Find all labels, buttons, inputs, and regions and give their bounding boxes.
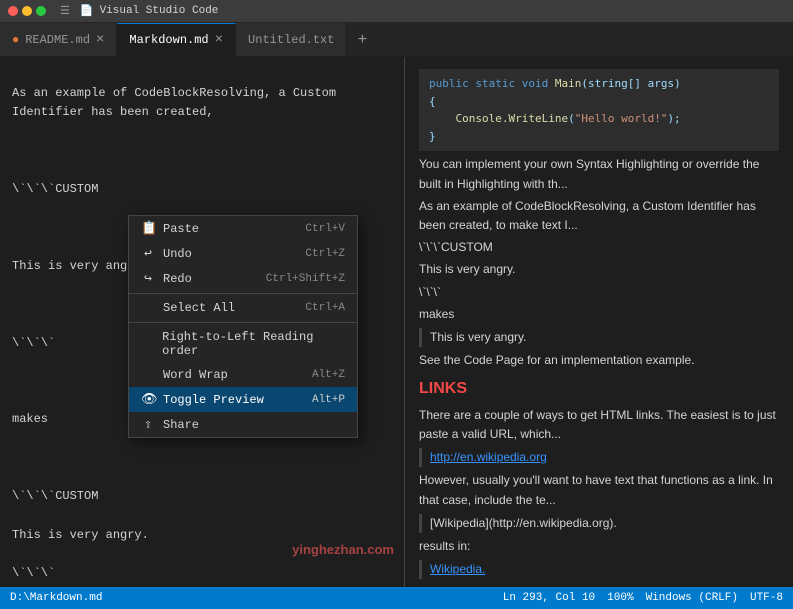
share-label: Share (163, 418, 199, 432)
tab-untitled-label: Untitled.txt (248, 33, 334, 47)
preview-para-7: See the Code Page for an implementation … (419, 351, 779, 370)
context-menu: 📋 Paste Ctrl+V ↩ Undo Ctrl+Z ↪ Redo Ctrl… (128, 215, 358, 438)
watermark: yinghezhan.com (292, 542, 394, 557)
preview-para-5: \`\`\` (419, 283, 779, 302)
toggle-preview-shortcut: Alt+P (312, 394, 345, 406)
tab-bar: ● README.md × Markdown.md × Untitled.txt… (0, 22, 793, 57)
preview-blockquote-1-text: [Wikipedia](http://en.wikipedia.org). (430, 516, 617, 530)
app-title: ☰ (60, 4, 70, 18)
undo-icon: ↩ (141, 246, 155, 261)
tab-markdown[interactable]: Markdown.md × (117, 23, 236, 56)
redo-shortcut: Ctrl+Shift+Z (266, 273, 345, 285)
main-area: As an example of CodeBlockResolving, a C… (0, 57, 793, 587)
preview-blockquote-1: [Wikipedia](http://en.wikipedia.org). (419, 514, 779, 533)
preview-links-url: http://en.wikipedia.org (419, 448, 779, 467)
preview-para-3: \`\`\`CUSTOM (419, 238, 779, 257)
tab-untitled[interactable]: Untitled.txt (236, 23, 347, 56)
menu-item-redo[interactable]: ↪ Redo Ctrl+Shift+Z (129, 266, 357, 291)
tab-readme-icon: ● (12, 33, 19, 47)
close-button[interactable] (8, 6, 18, 16)
status-position: Ln 293, Col 10 (503, 592, 595, 604)
tab-readme-label: README.md (25, 33, 90, 47)
toggle-preview-label: Toggle Preview (163, 393, 264, 407)
share-icon: ⇧ (141, 417, 155, 432)
preview-links-text1: There are a couple of ways to get HTML l… (419, 406, 779, 444)
code-block: public static void Main(string[] args) {… (419, 69, 779, 151)
status-right: Ln 293, Col 10 100% Windows (CRLF) UTF-8 (503, 592, 783, 604)
status-branch: D:\Markdown.md (10, 592, 102, 604)
preview-url-link[interactable]: http://en.wikipedia.org (430, 450, 547, 464)
preview-para-2: As an example of CodeBlockResolving, a C… (419, 197, 779, 235)
tab-readme[interactable]: ● README.md × (0, 23, 117, 56)
status-line-ending: Windows (CRLF) (646, 592, 738, 604)
menu-item-undo[interactable]: ↩ Undo Ctrl+Z (129, 241, 357, 266)
tab-markdown-label: Markdown.md (129, 33, 208, 47)
window-controls[interactable] (8, 6, 46, 16)
preview-para-4: This is very angry. (419, 260, 779, 279)
redo-label: Redo (163, 272, 192, 286)
preview-results-in-1: results in: (419, 537, 779, 556)
status-left: D:\Markdown.md (10, 592, 102, 604)
title-text: Visual Studio Code (100, 5, 219, 17)
menu-item-share[interactable]: ⇧ Share (129, 412, 357, 437)
preview-blockquote-angry: This is very angry. (419, 328, 779, 347)
menu-item-paste[interactable]: 📋 Paste Ctrl+V (129, 216, 357, 241)
code-line-2: { (429, 93, 769, 111)
menu-item-rtl[interactable]: Right-to-Left Reading order (129, 325, 357, 363)
code-line-1: public static void Main(string[] args) (429, 75, 769, 93)
menu-separator-2 (129, 322, 357, 323)
code-line-3: Console.WriteLine("Hello world!"); (429, 110, 769, 128)
preview-links-text2: However, usually you'll want to have tex… (419, 471, 779, 509)
paste-icon: 📋 (141, 221, 155, 236)
menu-item-select-all[interactable]: Select All Ctrl+A (129, 296, 357, 320)
word-wrap-label: Word Wrap (163, 368, 228, 382)
maximize-button[interactable] (36, 6, 46, 16)
code-line-4: } (429, 128, 769, 146)
title-bar: ☰ 📄 Visual Studio Code (0, 0, 793, 22)
select-all-label: Select All (163, 301, 235, 315)
rtl-label: Right-to-Left Reading order (162, 330, 345, 358)
preview-pane: public static void Main(string[] args) {… (405, 57, 793, 587)
preview-para-6: makes (419, 305, 779, 324)
app-icon: 📄 (80, 4, 94, 18)
tab-add-button[interactable]: + (347, 23, 377, 56)
preview-links-heading: LINKS (419, 376, 779, 402)
redo-icon: ↪ (141, 271, 155, 286)
preview-wikipedia-link-1[interactable]: Wikipedia. (430, 562, 485, 576)
menu-separator-1 (129, 293, 357, 294)
status-zoom: 100% (607, 592, 633, 604)
undo-label: Undo (163, 247, 192, 261)
preview-para-1: You can implement your own Syntax Highli… (419, 155, 779, 193)
editor-pane[interactable]: As an example of CodeBlockResolving, a C… (0, 57, 405, 587)
menu-item-toggle-preview[interactable]: 👁 Toggle Preview Alt+P (129, 387, 357, 412)
editor-line: As an example of CodeBlockResolving, a C… (12, 84, 392, 122)
select-all-shortcut: Ctrl+A (305, 302, 345, 314)
minimize-button[interactable] (22, 6, 32, 16)
paste-label: Paste (163, 222, 199, 236)
preview-wikipedia-1: Wikipedia. (419, 560, 779, 579)
tab-markdown-close[interactable]: × (215, 32, 223, 48)
tab-readme-close[interactable]: × (96, 32, 104, 48)
word-wrap-shortcut: Alt+Z (312, 369, 345, 381)
toggle-preview-icon: 👁 (141, 392, 155, 407)
paste-shortcut: Ctrl+V (305, 223, 345, 235)
menu-item-word-wrap[interactable]: Word Wrap Alt+Z (129, 363, 357, 387)
status-encoding: UTF-8 (750, 592, 783, 604)
status-bar: D:\Markdown.md Ln 293, Col 10 100% Windo… (0, 587, 793, 609)
undo-shortcut: Ctrl+Z (305, 248, 345, 260)
